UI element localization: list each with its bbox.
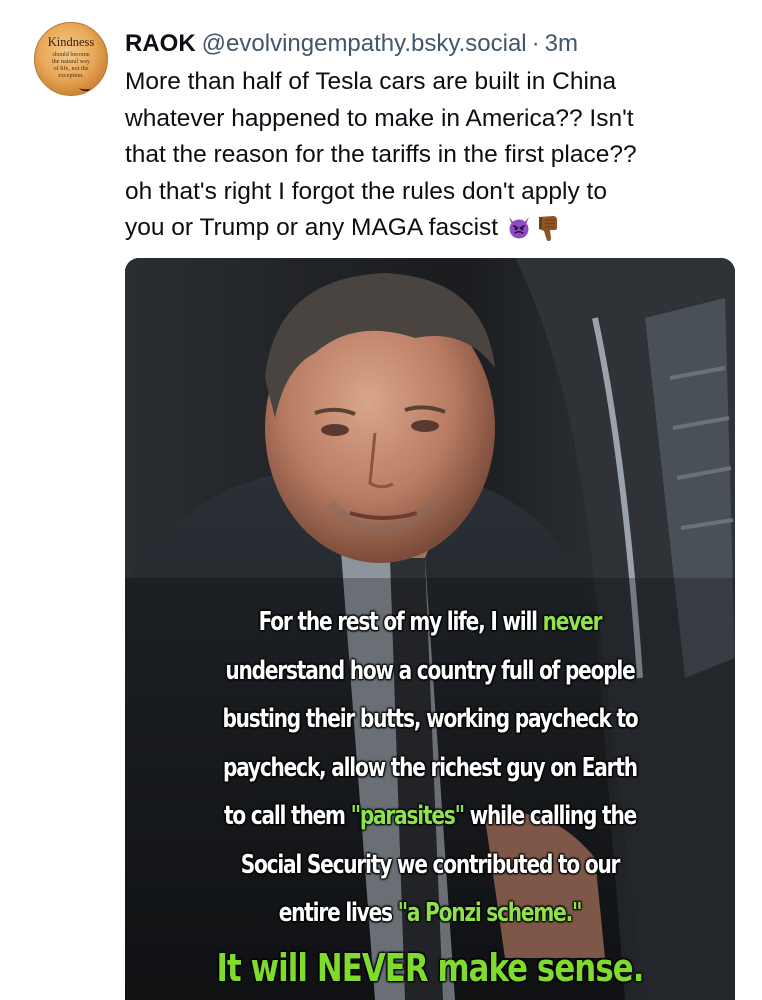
meme-line: For the rest of my life, I will never (168, 598, 693, 647)
devil-icon (506, 214, 532, 239)
meme-line-text: For the rest of my life, I will (258, 607, 543, 637)
avatar-text-line: exception. (58, 72, 84, 79)
meme-line-highlight: "a Ponzi scheme." (397, 898, 583, 928)
meme-line-highlight: "parasites" (350, 801, 466, 831)
meme-line-text: while calling the (463, 801, 638, 831)
meme-line: entire lives "a Ponzi scheme." (168, 889, 693, 938)
avatar-text-line: of life, not the (53, 65, 89, 72)
embedded-image[interactable]: For the rest of my life, I will never un… (125, 258, 735, 1000)
post-timestamp[interactable]: 3m (545, 30, 578, 57)
avatar-signature-mark (78, 79, 102, 93)
post-text-line: that the reason for the tariffs in the f… (125, 141, 637, 168)
avatar-title: Kindness (47, 35, 95, 49)
meme-line: busting their butts, working paycheck to (168, 695, 693, 744)
post-text-line: you or Trump or any MAGA fascist (125, 214, 499, 241)
meme-line-text: entire lives (278, 898, 398, 928)
post-text-line-last: you or Trump or any MAGA fascist (125, 210, 745, 247)
post-text-line: oh that's right I forgot the rules don't… (125, 177, 607, 205)
post-text-line: whatever happened to make in America?? I… (125, 104, 634, 132)
thumbs-down-icon (536, 213, 560, 243)
avatar-text-line: the natural way (51, 58, 91, 65)
meme-line: Social Security we contributed to our (168, 841, 693, 890)
meme-line-highlight: never (542, 607, 603, 637)
meme-final-line: It will NEVER make sense. (216, 945, 644, 990)
meme-line-text: understand how a country full of people (225, 655, 635, 686)
post-text-line: More than half of Tesla cars are built i… (125, 68, 617, 95)
meme-line-text: paycheck, allow the richest guy on Earth (223, 752, 638, 783)
author-handle[interactable]: @evolvingempathy.bsky.social (202, 30, 527, 57)
post[interactable]: Kindness should become the natural way o… (0, 0, 762, 1000)
avatar-text-line: should become (52, 51, 90, 58)
post-header: RAOK @evolvingempathy.bsky.social · 3m (125, 27, 578, 61)
avatar[interactable]: Kindness should become the natural way o… (34, 22, 108, 96)
author-display-name[interactable]: RAOK (125, 30, 196, 57)
meme-line-text: to call them (223, 801, 351, 831)
meme-line: to call them "parasites" while calling t… (168, 792, 693, 841)
meme-line-text: busting their butts, working paycheck to (222, 704, 638, 734)
post-text: More than half of Tesla cars are built i… (125, 64, 745, 247)
meme-line: paycheck, allow the richest guy on Earth (168, 744, 693, 793)
meme-line: understand how a country full of people (168, 647, 693, 696)
header-separator: · (531, 30, 540, 57)
meme-caption: For the rest of my life, I will never un… (125, 598, 735, 996)
meme-line-text: Social Security we contributed to our (240, 849, 621, 880)
